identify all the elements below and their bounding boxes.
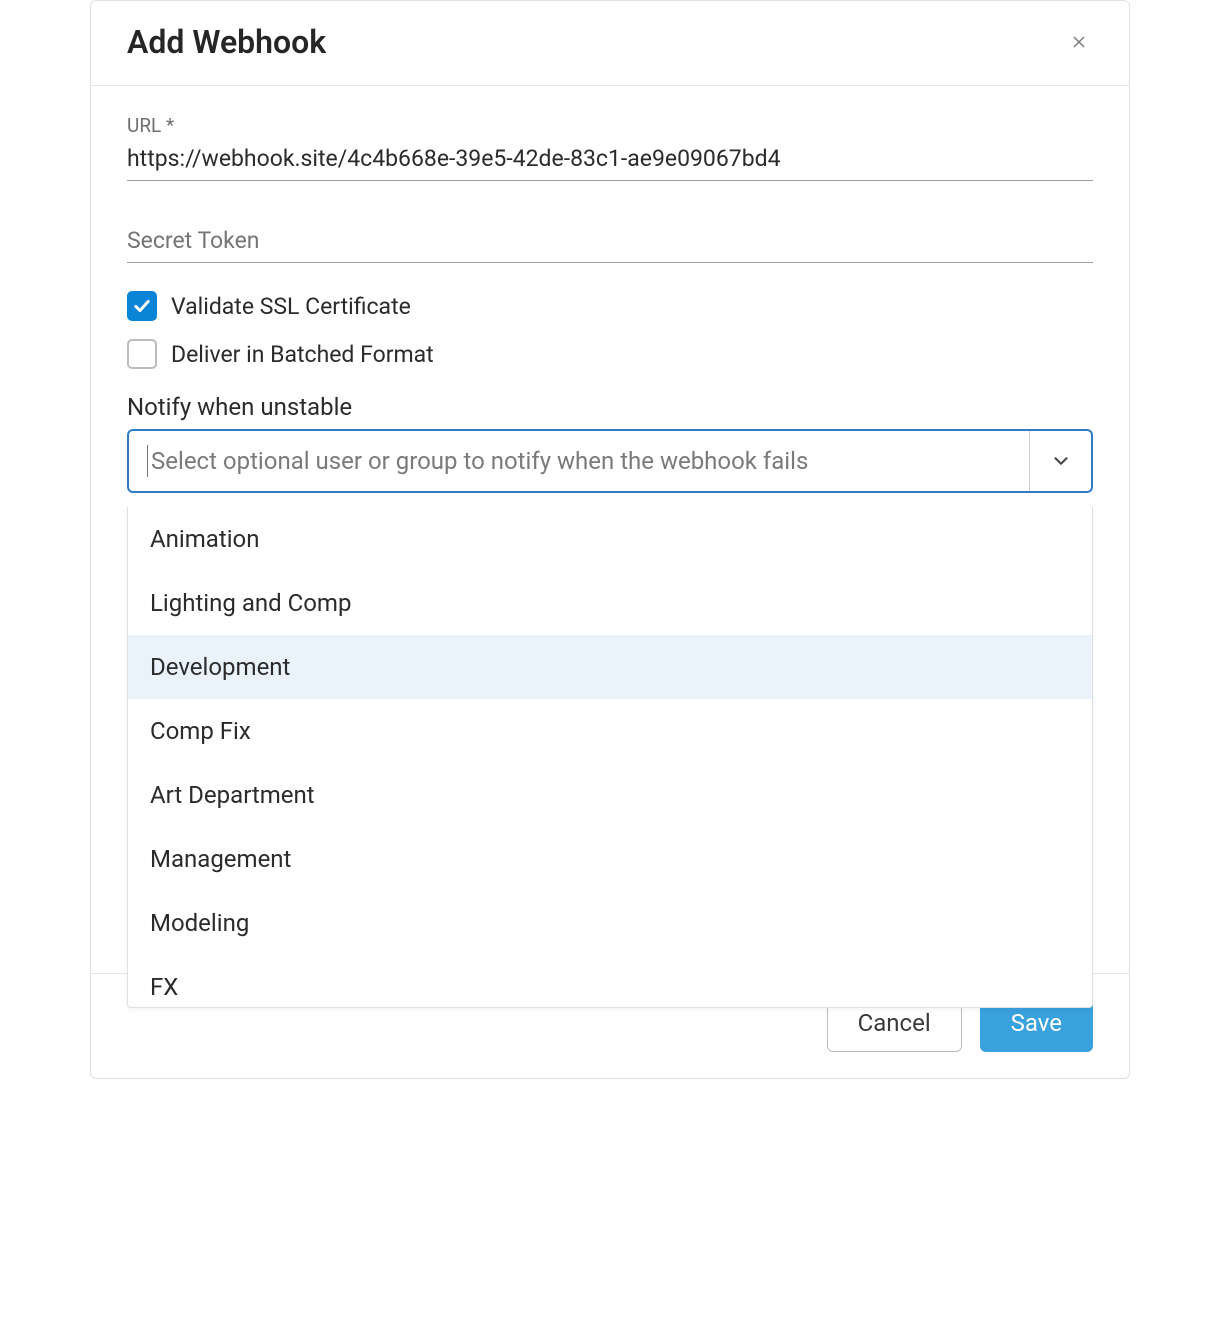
modal-header: Add Webhook: [91, 1, 1129, 86]
notify-option[interactable]: Art Department: [128, 763, 1092, 827]
check-icon: [132, 296, 152, 316]
close-button[interactable]: [1065, 28, 1093, 56]
notify-option[interactable]: Comp Fix: [128, 699, 1092, 763]
validate-ssl-row: Validate SSL Certificate: [127, 291, 1093, 321]
notify-select-wrap: Select optional user or group to notify …: [127, 429, 1093, 493]
notify-option[interactable]: Lighting and Comp: [128, 571, 1092, 635]
notify-select-indicator[interactable]: [1029, 431, 1091, 491]
notify-option[interactable]: Animation: [128, 507, 1092, 571]
notify-option[interactable]: Management: [128, 827, 1092, 891]
batched-checkbox[interactable]: [127, 339, 157, 369]
url-input[interactable]: [127, 139, 1093, 181]
notify-label: Notify when unstable: [127, 393, 1093, 421]
add-webhook-modal: Add Webhook URL * Validate SSL Certifica…: [90, 0, 1130, 1079]
batched-label: Deliver in Batched Format: [171, 341, 434, 368]
url-label: URL *: [127, 114, 1093, 137]
secret-token-input[interactable]: [127, 221, 1093, 263]
notify-option[interactable]: FX: [128, 955, 1092, 1007]
notify-select-value: Select optional user or group to notify …: [129, 431, 1029, 491]
validate-ssl-label: Validate SSL Certificate: [171, 293, 411, 320]
notify-option[interactable]: Modeling: [128, 891, 1092, 955]
url-field: URL *: [127, 114, 1093, 181]
notify-option[interactable]: Development: [128, 635, 1092, 699]
close-icon: [1071, 31, 1087, 53]
notify-dropdown: AnimationLighting and CompDevelopmentCom…: [127, 507, 1093, 1008]
validate-ssl-checkbox[interactable]: [127, 291, 157, 321]
notify-placeholder: Select optional user or group to notify …: [147, 447, 808, 475]
notify-select[interactable]: Select optional user or group to notify …: [127, 429, 1093, 493]
modal-title: Add Webhook: [127, 23, 326, 61]
secret-token-field: [127, 221, 1093, 263]
modal-body: URL * Validate SSL Certificate Deliver i…: [91, 86, 1129, 493]
batched-row: Deliver in Batched Format: [127, 339, 1093, 369]
chevron-down-icon: [1050, 450, 1072, 472]
